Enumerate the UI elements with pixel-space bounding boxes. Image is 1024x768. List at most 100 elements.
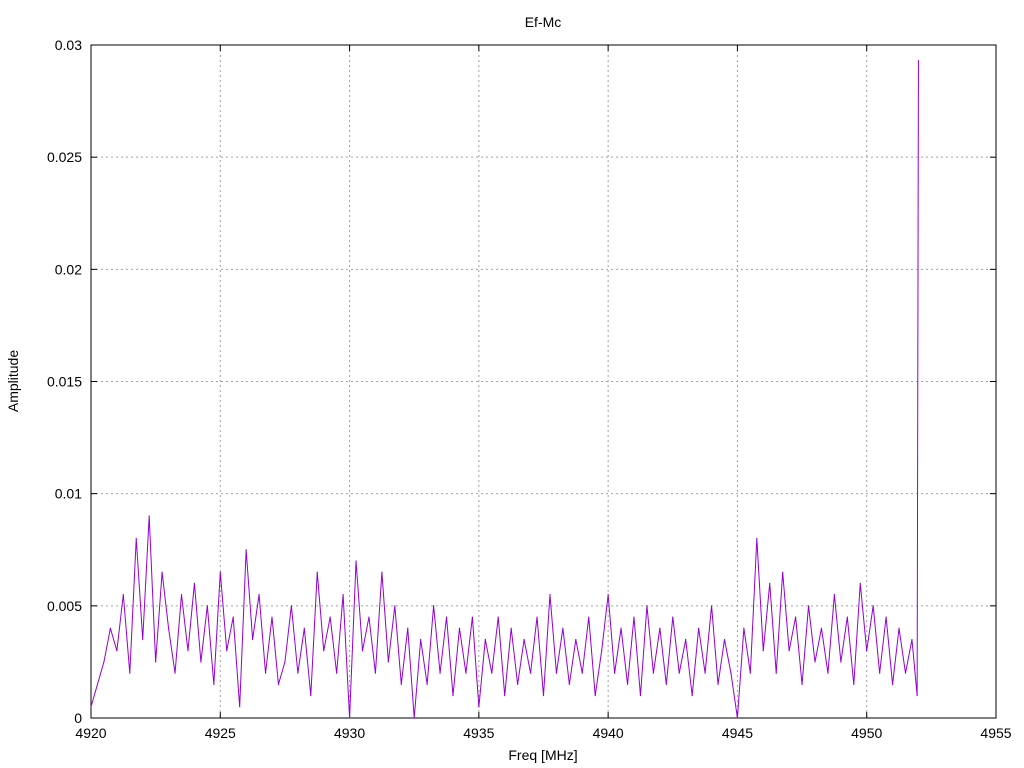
data-point xyxy=(187,650,189,652)
data-point xyxy=(310,694,312,697)
data-point xyxy=(652,672,654,674)
data-point xyxy=(420,638,422,641)
data-point xyxy=(743,627,745,629)
data-point xyxy=(588,616,590,618)
data-point xyxy=(129,672,131,674)
data-point xyxy=(219,571,221,573)
data-point xyxy=(820,627,823,629)
data-point xyxy=(646,605,648,607)
data-point xyxy=(788,650,790,652)
data-point xyxy=(381,571,383,573)
data-point xyxy=(678,672,680,674)
x-tick-label: 4925 xyxy=(205,725,236,741)
data-point xyxy=(96,683,99,685)
data-point xyxy=(517,683,519,685)
data-point xyxy=(685,638,687,641)
data-point xyxy=(607,594,609,596)
data-point xyxy=(782,571,784,573)
x-tick-label: 4950 xyxy=(851,725,882,741)
data-point xyxy=(348,717,351,719)
data-point xyxy=(458,627,461,629)
data-point xyxy=(814,661,816,663)
data-point xyxy=(413,717,415,719)
data-point xyxy=(465,672,467,674)
data-point xyxy=(762,650,764,652)
x-axis-label: Freq [MHz] xyxy=(508,747,577,763)
data-point xyxy=(827,672,829,674)
data-point xyxy=(290,605,292,607)
data-point xyxy=(252,638,254,641)
data-point xyxy=(710,605,713,607)
data-point xyxy=(135,537,137,540)
data-point xyxy=(523,638,525,641)
data-point xyxy=(491,672,493,674)
y-tick-label: 0.005 xyxy=(47,598,82,614)
data-point xyxy=(116,650,118,652)
data-point xyxy=(323,650,325,652)
data-point xyxy=(226,650,228,652)
data-point xyxy=(258,594,260,596)
data-point xyxy=(355,560,357,562)
data-point xyxy=(581,672,583,674)
data-point xyxy=(361,650,364,652)
data-point xyxy=(510,627,512,629)
data-point xyxy=(142,638,144,641)
data-point xyxy=(620,627,622,629)
data-point xyxy=(568,683,570,685)
y-tick-label: 0 xyxy=(74,710,82,726)
data-point xyxy=(704,672,706,674)
data-point xyxy=(452,694,454,697)
data-point xyxy=(368,616,370,618)
data-point xyxy=(601,650,603,652)
series-line xyxy=(90,60,919,719)
y-tick-label: 0.01 xyxy=(55,486,82,502)
data-point xyxy=(626,683,629,685)
data-point xyxy=(795,616,797,618)
data-point xyxy=(90,706,92,708)
data-point xyxy=(329,616,331,618)
y-tick-label: 0.03 xyxy=(55,37,82,53)
y-axis-label: Amplitude xyxy=(5,350,21,412)
data-point xyxy=(917,60,920,62)
data-point xyxy=(911,638,913,641)
data-point xyxy=(536,616,538,618)
data-point xyxy=(866,650,868,652)
data-point xyxy=(859,582,861,585)
data-point xyxy=(206,605,208,607)
data-point xyxy=(665,683,667,685)
data-point xyxy=(691,694,693,697)
chart-title: Ef-Mc xyxy=(525,14,562,30)
x-tick-label: 4940 xyxy=(593,725,624,741)
data-point xyxy=(103,661,105,663)
data-point xyxy=(723,638,726,641)
data-point xyxy=(846,616,848,618)
data-point xyxy=(109,627,111,629)
data-point xyxy=(840,661,842,663)
data-point xyxy=(478,706,480,708)
data-point xyxy=(736,717,739,719)
data-point xyxy=(484,638,486,641)
data-point xyxy=(426,683,428,685)
data-point xyxy=(614,672,616,674)
data-point xyxy=(717,683,719,685)
data-point xyxy=(529,672,532,674)
y-tick-label: 0.015 xyxy=(47,374,82,390)
data-point xyxy=(264,672,267,674)
data-point xyxy=(148,515,150,517)
x-tick-label: 4945 xyxy=(722,725,753,741)
data-point xyxy=(562,627,564,629)
data-point xyxy=(316,571,318,573)
data-point xyxy=(504,694,506,697)
data-point xyxy=(542,694,545,697)
data-point xyxy=(394,605,396,607)
data-point xyxy=(756,537,758,540)
data-point xyxy=(239,706,241,708)
data-point xyxy=(730,672,732,674)
data-point xyxy=(833,594,835,596)
data-point xyxy=(342,594,344,596)
series xyxy=(90,60,920,719)
data-point xyxy=(336,672,338,674)
data-point xyxy=(891,683,894,685)
data-point xyxy=(904,672,907,674)
data-point xyxy=(769,582,771,585)
